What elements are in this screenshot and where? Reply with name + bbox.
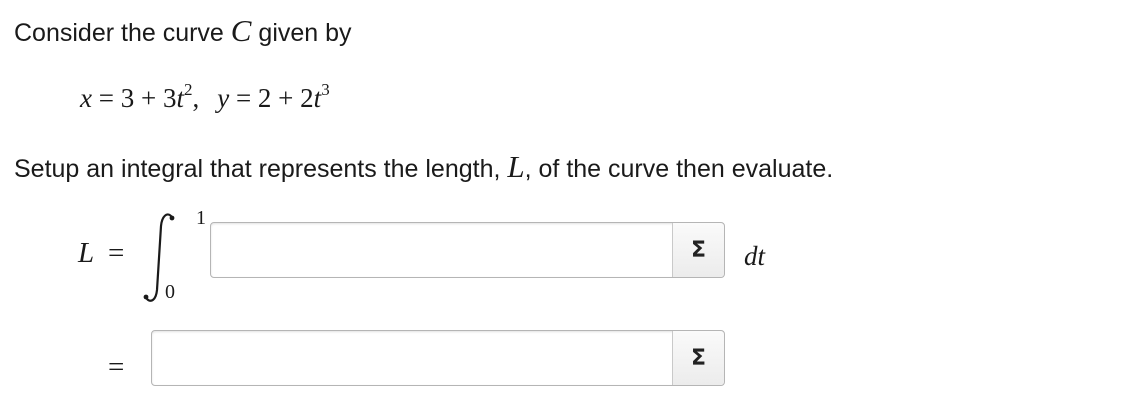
equation-editor-button-1[interactable]: Σ (672, 223, 724, 277)
length-answer-input[interactable] (151, 330, 725, 386)
setup-label: Setup an integral that represents the le… (14, 155, 508, 183)
y-rhs: = 2 + 2 (229, 83, 314, 113)
equation-editor-button-2[interactable]: Σ (672, 331, 724, 385)
parametric-equations: x = 3 + 3t2, y = 2 + 2t3 (80, 78, 330, 118)
y-exponent: 3 (321, 80, 330, 99)
integrand-input[interactable] (210, 222, 725, 278)
setup-tail: , of the curve then evaluate. (524, 155, 834, 183)
length-variable: L (78, 237, 95, 269)
equals-sign-1: = (108, 237, 125, 269)
intro-tail: given by (251, 19, 352, 47)
differential-dt: dt (744, 241, 766, 271)
x-variable: x (80, 83, 92, 113)
setup-instruction: Setup an integral that represents the le… (14, 150, 833, 186)
x-rhs: = 3 + 3 (91, 83, 177, 113)
length-symbol: L (507, 149, 525, 184)
question-page: Consider the curve C given by x = 3 + 3t… (0, 0, 1130, 406)
intro-text: Consider the curve C given by (14, 14, 352, 50)
lower-bound: 0 (165, 281, 175, 303)
equals-sign-2: = (108, 351, 125, 383)
upper-bound: 1 (196, 207, 206, 229)
y-variable: y (217, 83, 230, 113)
equation-comma: , (192, 83, 200, 113)
intro-label: Consider the curve (14, 19, 231, 47)
sigma-icon: Σ (690, 345, 707, 371)
curve-symbol: C (230, 13, 252, 48)
t-variable-x: t (176, 83, 184, 113)
sigma-icon: Σ (690, 237, 707, 263)
